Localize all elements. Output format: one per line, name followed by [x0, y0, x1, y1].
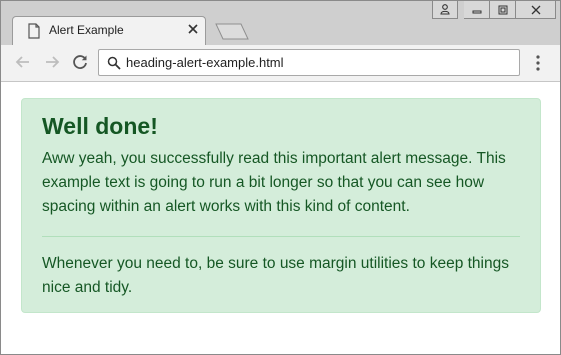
browser-window: Alert Example heading-alert-example.html… — [0, 0, 561, 355]
window-close-icon — [531, 5, 540, 14]
window-close-button[interactable] — [516, 1, 556, 19]
address-bar[interactable]: heading-alert-example.html — [98, 49, 520, 76]
alert-note-text: Whenever you need to, be sure to use mar… — [42, 255, 509, 296]
tab-title: Alert Example — [49, 23, 124, 37]
new-tab-icon[interactable] — [215, 23, 249, 40]
search-icon — [107, 56, 121, 70]
page-content: Well done! Aww yeah, you successfully re… — [1, 82, 560, 354]
forward-icon[interactable] — [43, 53, 61, 71]
menu-icon[interactable] — [532, 54, 544, 72]
title-bar: Alert Example — [1, 1, 560, 45]
restore-button[interactable] — [490, 1, 516, 19]
tab-close-icon[interactable] — [187, 23, 199, 35]
document-icon — [28, 23, 40, 39]
back-icon[interactable] — [14, 53, 32, 71]
window-controls — [432, 1, 556, 19]
minimize-icon — [472, 10, 481, 13]
alert-divider — [42, 236, 520, 237]
alert-body-text: Aww yeah, you successfully read this imp… — [42, 150, 506, 215]
tab-alert-example[interactable]: Alert Example — [12, 16, 206, 45]
browser-toolbar: heading-alert-example.html — [1, 45, 560, 82]
user-icon — [440, 4, 450, 15]
success-alert: Well done! Aww yeah, you successfully re… — [21, 98, 541, 313]
url-text: heading-alert-example.html — [126, 55, 284, 70]
minimize-button[interactable] — [464, 1, 490, 19]
restore-icon — [498, 5, 507, 14]
reload-icon[interactable] — [71, 53, 89, 71]
user-button[interactable] — [432, 1, 458, 19]
alert-heading: Well done! — [42, 113, 158, 139]
